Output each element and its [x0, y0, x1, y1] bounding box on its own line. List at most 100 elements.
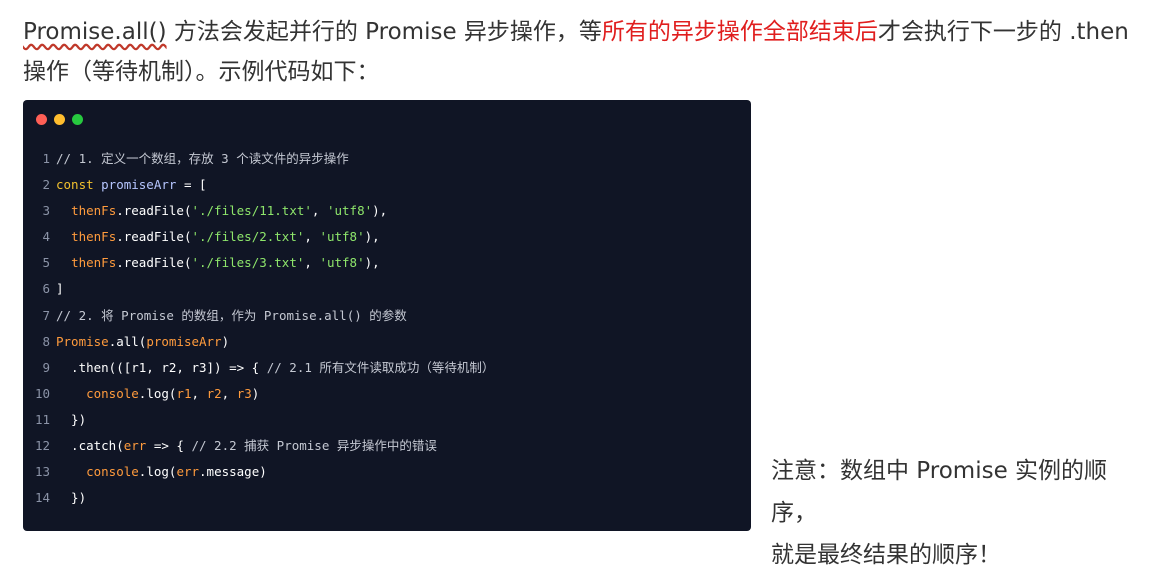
code-text: .then(([r1, r2, r3]) => { // 2.1 所有文件读取成…	[56, 355, 751, 381]
promise-all-term: Promise.all()	[23, 19, 167, 45]
code-token: // 1. 定义一个数组，存放 3 个读文件的异步操作	[56, 151, 349, 166]
line-number: 9	[42, 359, 50, 375]
code-line: 8 Promise.all(promiseArr)	[23, 329, 751, 355]
code-token: ),	[364, 255, 380, 271]
note-line-2: 就是最终结果的顺序！	[771, 542, 1001, 568]
code-token: console	[86, 464, 139, 480]
code-text: thenFs.readFile('./files/11.txt', 'utf8'…	[56, 198, 751, 224]
code-token: err	[123, 438, 147, 454]
code-text: Promise.all(promiseArr)	[56, 329, 751, 355]
code-token: .all(	[108, 333, 147, 349]
line-number: 8	[42, 333, 50, 349]
code-token: r2	[206, 385, 222, 401]
code-token: .then(([r1, r2, r3]) => {	[56, 359, 267, 375]
code-token: = [	[176, 177, 207, 193]
code-block: 1 // 1. 定义一个数组，存放 3 个读文件的异步操作 2 const promi…	[23, 146, 751, 511]
code-token: ,	[221, 385, 237, 401]
code-line: 7 // 2. 将 Promise 的数组，作为 Promise.all() 的参…	[23, 303, 751, 329]
code-token: promiseArr	[146, 333, 222, 349]
minimize-dot-icon	[54, 114, 65, 125]
code-text: const promiseArr = [	[56, 172, 751, 198]
intro-text: 方法会发起并行的 Promise 异步操作，等	[166, 19, 602, 45]
code-token: })	[56, 490, 87, 506]
code-token: .message)	[199, 464, 267, 480]
code-line: 6]	[23, 276, 751, 302]
code-token: r3	[236, 385, 252, 401]
code-token: .log(	[138, 385, 177, 401]
code-window: 1 // 1. 定义一个数组，存放 3 个读文件的异步操作 2 const promi…	[23, 100, 751, 531]
code-text: // 1. 定义一个数组，存放 3 个读文件的异步操作	[56, 146, 751, 172]
code-token: ,	[304, 255, 320, 271]
code-line: 3 thenFs.readFile('./files/11.txt', 'utf…	[23, 198, 751, 224]
code-token: console	[86, 385, 139, 401]
code-token: 'utf8'	[326, 203, 373, 219]
code-line: 14 })	[23, 485, 751, 511]
code-token: './files/3.txt'	[191, 255, 305, 271]
code-text: console.log(r1, r2, r3)	[56, 381, 751, 407]
code-token: )	[251, 385, 260, 401]
code-line: 10 console.log(r1, r2, r3)	[23, 381, 751, 407]
code-text: console.log(err.message)	[56, 459, 751, 485]
line-number: 3	[42, 203, 50, 219]
code-line: 13 console.log(err.message)	[23, 459, 751, 485]
line-number: 7	[42, 307, 50, 323]
code-token: 'utf8'	[319, 255, 365, 271]
line-number: 6	[42, 281, 50, 297]
code-token: thenFs	[71, 255, 117, 271]
code-text: .catch(err => { // 2.2 捕获 Promise 异步操作中的…	[56, 433, 751, 459]
code-token: r1	[176, 385, 192, 401]
code-text: thenFs.readFile('./files/2.txt', 'utf8')…	[56, 224, 751, 250]
code-line: 5 thenFs.readFile('./files/3.txt', 'utf8…	[23, 250, 751, 276]
window-controls	[36, 114, 83, 125]
code-token: // 2.1 所有文件读取成功（等待机制）	[266, 359, 495, 375]
code-token: ),	[364, 229, 380, 245]
code-token: => {	[146, 438, 192, 454]
line-number: 12	[34, 438, 50, 454]
code-token: Promise	[56, 333, 109, 349]
close-dot-icon	[36, 114, 47, 125]
intro-text-tail: 才会执行下一步的 .then	[877, 19, 1129, 45]
code-text: })	[56, 485, 751, 511]
intro-line-1: Promise.all() 方法会发起并行的 Promise 异步操作，等所有的…	[23, 12, 1133, 52]
code-token: err	[176, 464, 200, 480]
code-token: './files/11.txt'	[191, 203, 312, 219]
line-number: 1	[42, 151, 50, 166]
code-token: thenFs	[71, 203, 117, 219]
code-token: )	[221, 333, 230, 349]
line-number: 14	[34, 490, 50, 506]
code-token: // 2. 将 Promise 的数组，作为 Promise.all() 的参数	[56, 307, 407, 323]
code-token: })	[56, 411, 87, 427]
maximize-dot-icon	[72, 114, 83, 125]
code-token: .catch(	[56, 438, 124, 454]
code-token: ),	[372, 203, 388, 219]
code-token: thenFs	[71, 229, 117, 245]
code-text: ]	[56, 276, 751, 302]
code-token: .readFile(	[116, 255, 192, 271]
code-token: ,	[304, 229, 320, 245]
code-token: const	[56, 177, 102, 193]
code-token: promiseArr	[101, 177, 177, 193]
code-line: 1 // 1. 定义一个数组，存放 3 个读文件的异步操作	[23, 146, 751, 172]
line-number: 2	[42, 177, 50, 193]
line-number: 10	[34, 385, 50, 401]
line-number: 13	[34, 464, 50, 480]
intro-line-2: 操作（等待机制）。示例代码如下：	[23, 59, 380, 85]
line-number: 4	[42, 229, 50, 245]
code-text: // 2. 将 Promise 的数组，作为 Promise.all() 的参数	[56, 303, 751, 329]
intro-highlight: 所有的异步操作全部结束后	[601, 19, 878, 45]
line-number: 5	[42, 255, 50, 271]
code-line: 11 })	[23, 407, 751, 433]
code-token: './files/2.txt'	[191, 229, 305, 245]
code-token: ]	[56, 281, 64, 297]
code-line: 12 .catch(err => { // 2.2 捕获 Promise 异步操…	[23, 433, 751, 459]
note-paragraph: 注意：数组中 Promise 实例的顺序， 就是最终结果的顺序！	[771, 450, 1141, 576]
code-token: .readFile(	[116, 229, 192, 245]
code-line: 4 thenFs.readFile('./files/2.txt', 'utf8…	[23, 224, 751, 250]
code-token: .log(	[138, 464, 177, 480]
code-line: 2 const promiseArr = [	[23, 172, 751, 198]
note-line-1: 注意：数组中 Promise 实例的顺序，	[771, 458, 1108, 526]
